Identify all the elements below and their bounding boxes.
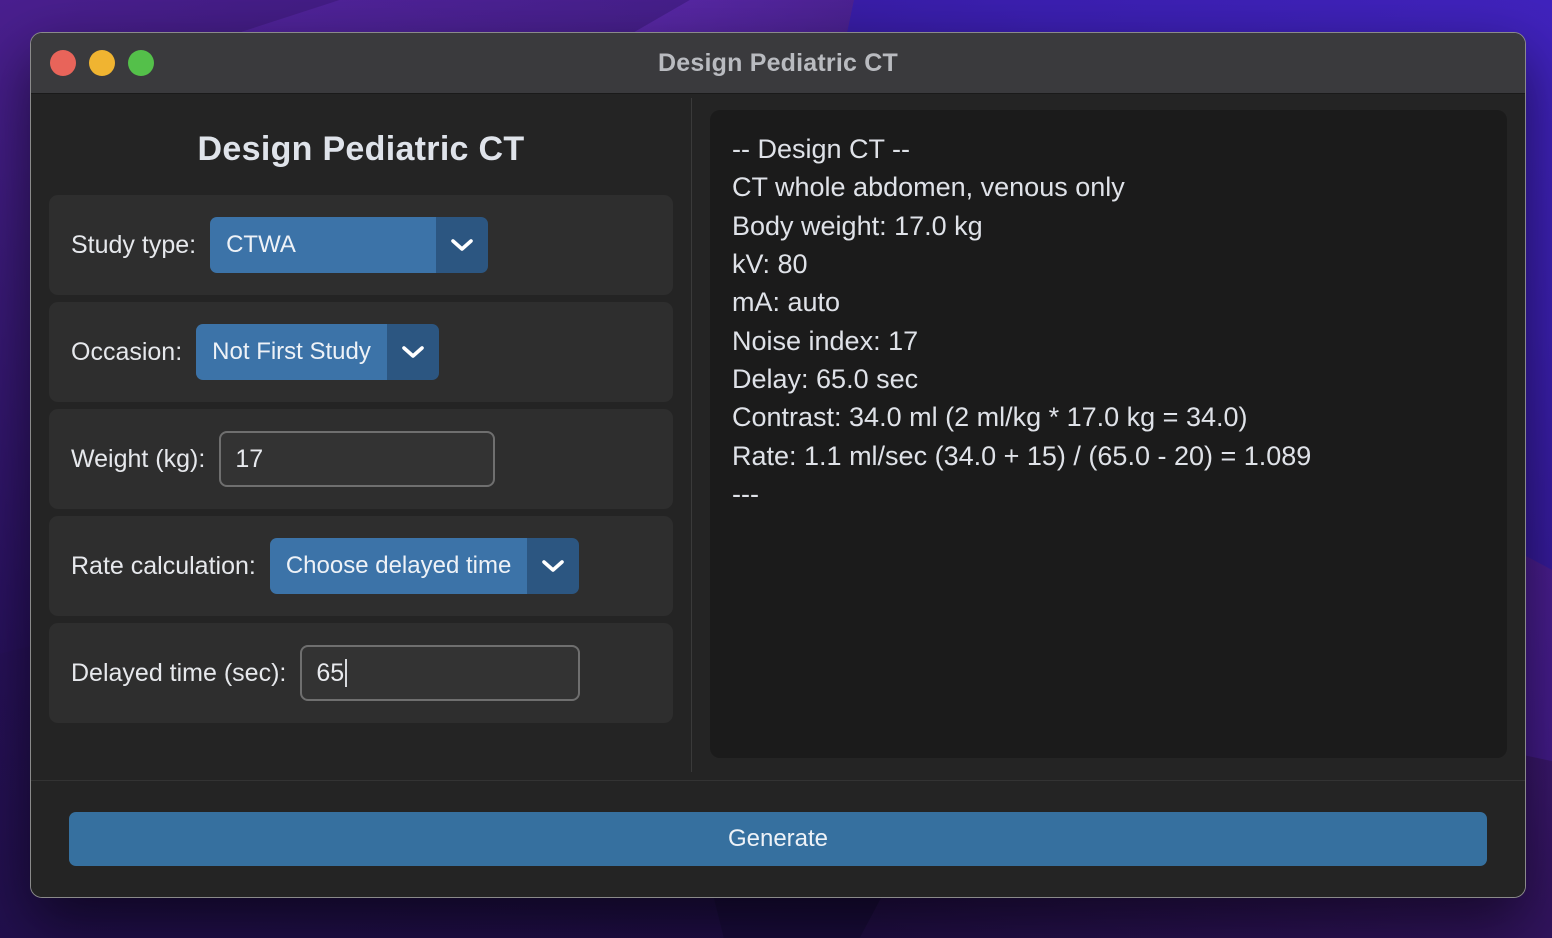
dropdown-occasion-value: Not First Study xyxy=(196,324,387,380)
delayed-time-input[interactable]: 65 xyxy=(300,645,581,701)
window-body: Design Pediatric CT Study type: CTWA Occ… xyxy=(31,94,1525,780)
label-rate-calculation: Rate calculation: xyxy=(71,551,256,580)
control-delayed-time: 65 xyxy=(300,645,581,701)
chevron-down-icon xyxy=(386,324,439,380)
chevron-down-icon xyxy=(436,217,489,273)
page-title: Design Pediatric CT xyxy=(197,130,525,168)
control-occasion: Not First Study xyxy=(196,324,439,380)
dropdown-rate-calculation[interactable]: Choose delayed time xyxy=(269,538,580,594)
output-text-panel[interactable]: -- Design CT -- CT whole abdomen, venous… xyxy=(710,110,1507,758)
window-footer: Generate xyxy=(31,781,1525,897)
generate-button[interactable]: Generate xyxy=(69,812,1487,866)
desktop-background: Design Pediatric CT Design Pediatric CT … xyxy=(0,0,1552,938)
form-row-occasion: Occasion: Not First Study xyxy=(49,302,673,402)
dropdown-study-type[interactable]: CTWA xyxy=(210,217,489,273)
text-cursor xyxy=(345,659,348,687)
form-row-rate-calculation: Rate calculation: Choose delayed time xyxy=(49,516,673,616)
form-pane: Design Pediatric CT Study type: CTWA Occ… xyxy=(31,94,691,780)
control-study-type: CTWA xyxy=(210,217,489,273)
dropdown-study-type-value: CTWA xyxy=(210,217,437,273)
chevron-down-icon xyxy=(527,538,580,594)
dropdown-rate-calculation-value: Choose delayed time xyxy=(269,538,528,594)
weight-input[interactable]: 17 xyxy=(219,431,496,487)
control-rate-calculation: Choose delayed time xyxy=(269,538,580,594)
form-row-delayed-time: Delayed time (sec): 65 xyxy=(49,623,673,723)
application-window: Design Pediatric CT Design Pediatric CT … xyxy=(30,32,1526,898)
control-weight: 17 xyxy=(219,431,496,487)
form-row-weight: Weight (kg): 17 xyxy=(49,409,673,509)
label-study-type: Study type: xyxy=(71,230,197,259)
delayed-time-input-value: 65 xyxy=(316,658,345,687)
window-titlebar: Design Pediatric CT xyxy=(31,33,1525,94)
dropdown-occasion[interactable]: Not First Study xyxy=(196,324,439,380)
label-occasion: Occasion: xyxy=(71,337,183,366)
form-rows: Study type: CTWA Occasion: Not First Stu… xyxy=(49,195,673,723)
label-weight: Weight (kg): xyxy=(71,444,206,473)
label-delayed-time: Delayed time (sec): xyxy=(71,658,287,687)
weight-input-value: 17 xyxy=(235,444,264,473)
form-row-study-type: Study type: CTWA xyxy=(49,195,673,295)
window-title: Design Pediatric CT xyxy=(658,48,898,77)
output-pane: -- Design CT -- CT whole abdomen, venous… xyxy=(692,94,1525,780)
